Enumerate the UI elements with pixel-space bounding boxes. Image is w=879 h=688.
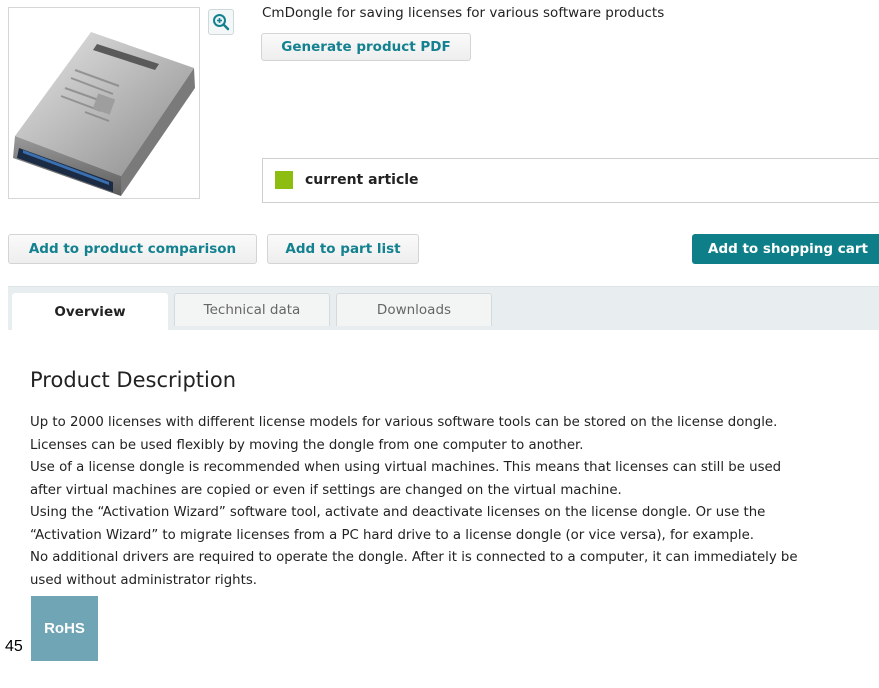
article-status-label: current article [305, 172, 419, 188]
description-line: used without administrator rights. [30, 572, 257, 588]
add-to-comparison-button[interactable]: Add to product comparison [8, 234, 257, 264]
description-line: after virtual machines are copied or eve… [30, 482, 622, 498]
generate-pdf-button[interactable]: Generate product PDF [261, 33, 471, 61]
page-number: 45 [5, 638, 23, 655]
description-line: “Activation Wizard” to migrate licenses … [30, 527, 754, 543]
description-line: Up to 2000 licenses with different licen… [30, 415, 778, 430]
rohs-badge: RoHS [31, 596, 98, 661]
description-line: Use of a license dongle is recommended w… [30, 460, 782, 475]
usb-dongle-image [13, 32, 195, 196]
product-description: Up to 2000 licenses with different licen… [30, 412, 879, 592]
add-to-part-list-button[interactable]: Add to part list [267, 234, 419, 264]
description-line: Licenses can be used flexibly by moving … [30, 437, 584, 453]
zoom-button[interactable] [208, 9, 234, 35]
tab-bar: Overview Technical data Downloads [8, 286, 879, 330]
article-status-box: current article [262, 158, 879, 203]
description-line: No additional drivers are required to op… [30, 550, 798, 565]
zoom-in-icon [213, 14, 230, 31]
add-to-cart-button[interactable]: Add to shopping cart [692, 234, 879, 264]
description-line: Using the “Activation Wizard” software t… [30, 505, 766, 520]
tab-downloads[interactable]: Downloads [336, 293, 492, 326]
tab-overview[interactable]: Overview [12, 293, 168, 330]
product-image[interactable] [8, 7, 200, 199]
product-page: CmDongle for saving licenses for various… [0, 0, 879, 688]
tab-technical-data[interactable]: Technical data [174, 293, 330, 326]
status-color-swatch [275, 171, 293, 189]
product-short-description: CmDongle for saving licenses for various… [262, 5, 665, 21]
section-title: Product Description [30, 368, 237, 392]
